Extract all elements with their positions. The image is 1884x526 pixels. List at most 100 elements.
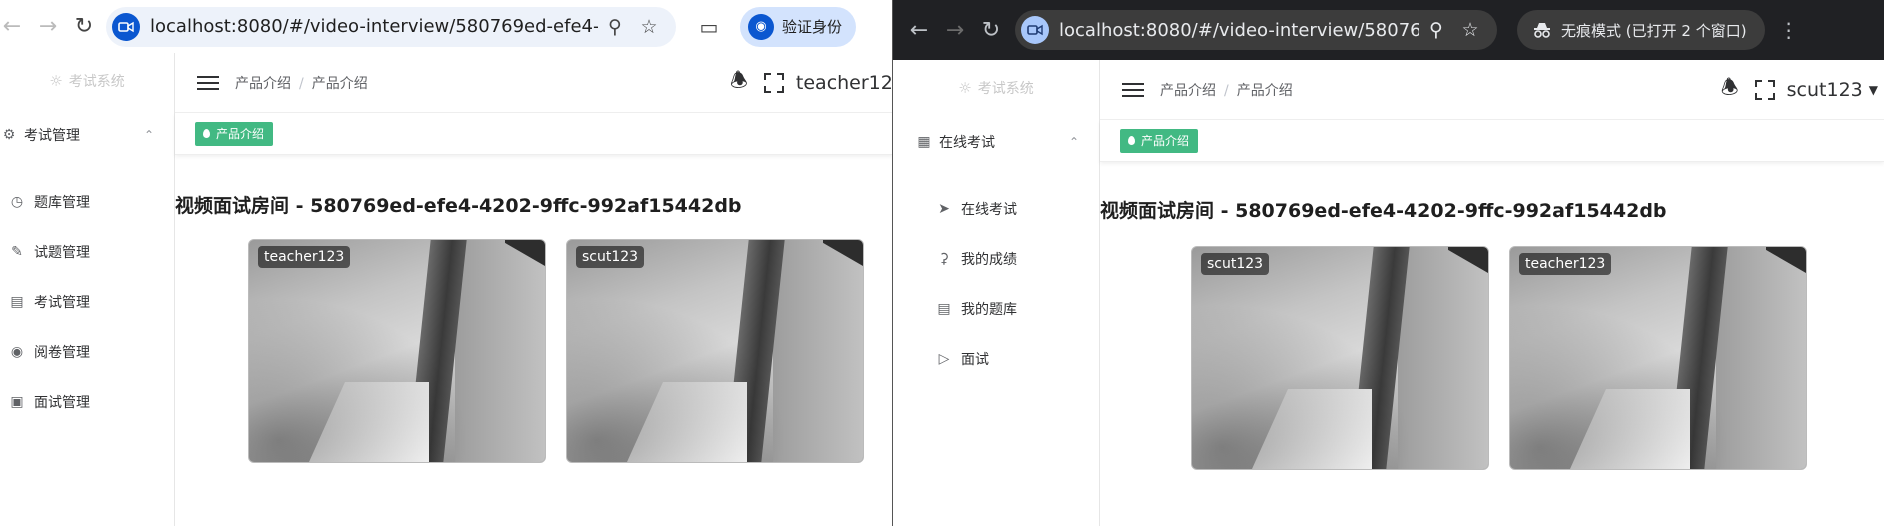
forward-icon[interactable]: → bbox=[30, 9, 66, 45]
video-tile[interactable]: scut123 bbox=[566, 239, 864, 463]
sidebar-item-label: 试题管理 bbox=[34, 245, 90, 261]
bell-icon[interactable]: 🕭 bbox=[730, 66, 748, 100]
sidebar-item-label: 题库管理 bbox=[34, 195, 90, 211]
tag-label: 产品介绍 bbox=[1141, 134, 1190, 148]
url-text[interactable]: localhost:8080/#/video-interview/580769e… bbox=[150, 16, 598, 37]
tag-label: 产品介绍 bbox=[216, 127, 265, 141]
menu-group-online-exam[interactable]: ▦ 在线考试 ⌃ bbox=[893, 116, 1099, 168]
profile-avatar-icon: ◉ bbox=[748, 13, 774, 40]
video-grid: teacher123 scut123 bbox=[248, 239, 864, 463]
sidebar-item-grading[interactable]: ◉ 阅卷管理 bbox=[0, 327, 174, 377]
document-icon: ▤ bbox=[10, 294, 24, 310]
app-root: ☼ 考试系统 ⚙ 考试管理 ⌃ ◷ 题库管理 ✎ 试题管理 ▤ 考试管理 ◉ 阅… bbox=[0, 53, 893, 526]
tab-product-intro[interactable]: 产品介绍 bbox=[195, 121, 274, 146]
edit-icon: ✎ bbox=[11, 244, 23, 260]
bell-icon[interactable]: 🕭 bbox=[1721, 73, 1739, 107]
sidebar-item-label: 阅卷管理 bbox=[34, 345, 90, 361]
menu-group-exam-management[interactable]: ⚙ 考试管理 ⌃ bbox=[0, 109, 174, 161]
browser-window-left: ← → ↻ localhost:8080/#/video-interview/5… bbox=[0, 0, 893, 526]
sidebar-item-online-exam[interactable]: ➤ 在线考试 bbox=[893, 184, 1099, 234]
forward-icon[interactable]: → bbox=[937, 12, 973, 48]
back-icon[interactable]: ← bbox=[901, 12, 937, 48]
address-bar[interactable]: localhost:8080/#/video-interview/580769e… bbox=[1015, 10, 1497, 50]
page-title: 视频面试房间 - 580769ed-efe4-4202-9ffc-992af15… bbox=[1100, 200, 1667, 222]
user-dropdown[interactable]: teacher123 bbox=[796, 72, 893, 94]
navbar: 产品介绍 / 产品介绍 🕭 scut123 ▼ bbox=[1100, 60, 1884, 120]
tab-product-intro[interactable]: 产品介绍 bbox=[1120, 128, 1199, 153]
browser-toolbar: ← → ↻ localhost:8080/#/video-interview/5… bbox=[893, 0, 1884, 60]
incognito-icon bbox=[1534, 23, 1550, 38]
sidebar-item-label: 面试管理 bbox=[34, 395, 90, 411]
video-grid: scut123 teacher123 bbox=[1191, 246, 1807, 470]
sidebar-item-questions[interactable]: ✎ 试题管理 bbox=[0, 227, 174, 277]
settings-icon: ⚙ bbox=[2, 127, 16, 143]
fullscreen-icon[interactable] bbox=[1754, 80, 1775, 100]
breadcrumb-item: 产品介绍 bbox=[1236, 82, 1293, 99]
reload-icon[interactable]: ↻ bbox=[973, 12, 1009, 48]
breadcrumb-item[interactable]: 产品介绍 bbox=[1160, 83, 1216, 99]
extensions-icon[interactable]: ▭ bbox=[690, 15, 728, 39]
video-tile[interactable]: scut123 bbox=[1191, 246, 1489, 470]
logo-icon: ☼ bbox=[49, 72, 63, 90]
caret-down-icon[interactable]: ▼ bbox=[1869, 83, 1878, 97]
browser-window-right: ← → ↻ localhost:8080/#/video-interview/5… bbox=[893, 0, 1884, 526]
video-icon: ▷ bbox=[938, 351, 950, 367]
video-user-label: teacher123 bbox=[258, 246, 351, 268]
zoom-icon[interactable]: ⚲ bbox=[598, 16, 632, 38]
sidebar-item-label: 考试管理 bbox=[34, 295, 90, 311]
sidebar-item-label: 我的成绩 bbox=[961, 252, 1017, 268]
breadcrumb-item[interactable]: 产品介绍 bbox=[235, 76, 291, 92]
menu-kebab-icon[interactable]: ⋮ bbox=[1779, 18, 1799, 42]
dashboard-icon: ◷ bbox=[10, 194, 24, 210]
video-tile[interactable]: teacher123 bbox=[248, 239, 546, 463]
bookmark-star-icon[interactable]: ☆ bbox=[1453, 19, 1487, 41]
location-dot-icon bbox=[203, 129, 210, 138]
back-icon[interactable]: ← bbox=[0, 9, 30, 45]
fullscreen-icon[interactable] bbox=[763, 73, 784, 93]
logo: ☼ 考试系统 bbox=[893, 60, 1099, 116]
main-content: 产品介绍/产品介绍 🕭 teacher123 产品介绍 视频面试房间 - 580… bbox=[175, 53, 893, 526]
video-user-label: teacher123 bbox=[1519, 253, 1612, 275]
breadcrumb-item: 产品介绍 bbox=[311, 75, 368, 92]
app-root: ☼ 考试系统 ▦ 在线考试 ⌃ ➤ 在线考试 ⚳ 我的成绩 ▤ 我的题库 ▷ 面… bbox=[893, 60, 1884, 526]
menu-group-label: 在线考试 bbox=[939, 135, 995, 151]
menu-group-label: 考试管理 bbox=[24, 128, 80, 144]
navbar: 产品介绍/产品介绍 🕭 teacher123 bbox=[175, 53, 893, 113]
bookmark-star-icon[interactable]: ☆ bbox=[632, 16, 666, 38]
sidebar-item-my-question-bank[interactable]: ▤ 我的题库 bbox=[893, 284, 1099, 334]
video-camera-icon[interactable] bbox=[1021, 16, 1049, 44]
sidebar-item-question-bank[interactable]: ◷ 题库管理 bbox=[0, 177, 174, 227]
verify-identity-button[interactable]: ◉ 验证身份 bbox=[740, 6, 857, 47]
grid-icon: ▦ bbox=[917, 134, 931, 150]
video-tile[interactable]: teacher123 bbox=[1509, 246, 1807, 470]
breadcrumb: 产品介绍 / 产品介绍 bbox=[235, 75, 368, 92]
zoom-icon[interactable]: ⚲ bbox=[1419, 19, 1453, 41]
camera-icon: ▣ bbox=[10, 394, 24, 410]
notebook-icon: ▤ bbox=[937, 301, 951, 317]
hamburger-icon[interactable] bbox=[1122, 79, 1144, 101]
logo-text: 考试系统 bbox=[68, 74, 125, 90]
reload-icon[interactable]: ↻ bbox=[66, 9, 102, 45]
sidebar-item-label: 面试 bbox=[961, 352, 989, 368]
user-dropdown[interactable]: scut123 bbox=[1787, 79, 1863, 101]
hamburger-icon[interactable] bbox=[197, 72, 219, 94]
logo-text: 考试系统 bbox=[977, 81, 1034, 97]
video-camera-icon[interactable] bbox=[112, 12, 140, 41]
sidebar-item-exams[interactable]: ▤ 考试管理 bbox=[0, 277, 174, 327]
logo: ☼ 考试系统 bbox=[0, 53, 174, 109]
sidebar-item-interview[interactable]: ▷ 面试 bbox=[893, 334, 1099, 384]
page-title: 视频面试房间 - 580769ed-efe4-4202-9ffc-992af15… bbox=[175, 195, 742, 217]
location-dot-icon bbox=[1128, 136, 1135, 145]
incognito-indicator[interactable]: 无痕模式 (已打开 2 个窗口) bbox=[1517, 10, 1765, 50]
tags-view: 产品介绍 bbox=[175, 113, 893, 155]
address-bar[interactable]: localhost:8080/#/video-interview/580769e… bbox=[106, 6, 676, 47]
chevron-up-icon: ⌃ bbox=[143, 128, 154, 142]
sidebar-item-my-scores[interactable]: ⚳ 我的成绩 bbox=[893, 234, 1099, 284]
chevron-up-icon: ⌃ bbox=[1068, 135, 1079, 149]
url-text[interactable]: localhost:8080/#/video-interview/580769e… bbox=[1059, 20, 1419, 41]
sidebar-item-interviews[interactable]: ▣ 面试管理 bbox=[0, 377, 174, 427]
sidebar: ☼ 考试系统 ▦ 在线考试 ⌃ ➤ 在线考试 ⚳ 我的成绩 ▤ 我的题库 ▷ 面… bbox=[893, 60, 1100, 526]
verify-identity-label: 验证身份 bbox=[782, 18, 843, 36]
main-content: 产品介绍 / 产品介绍 🕭 scut123 ▼ 产品介绍 视频面试房间 - 5807… bbox=[1100, 60, 1884, 526]
eye-icon: ◉ bbox=[10, 344, 24, 360]
